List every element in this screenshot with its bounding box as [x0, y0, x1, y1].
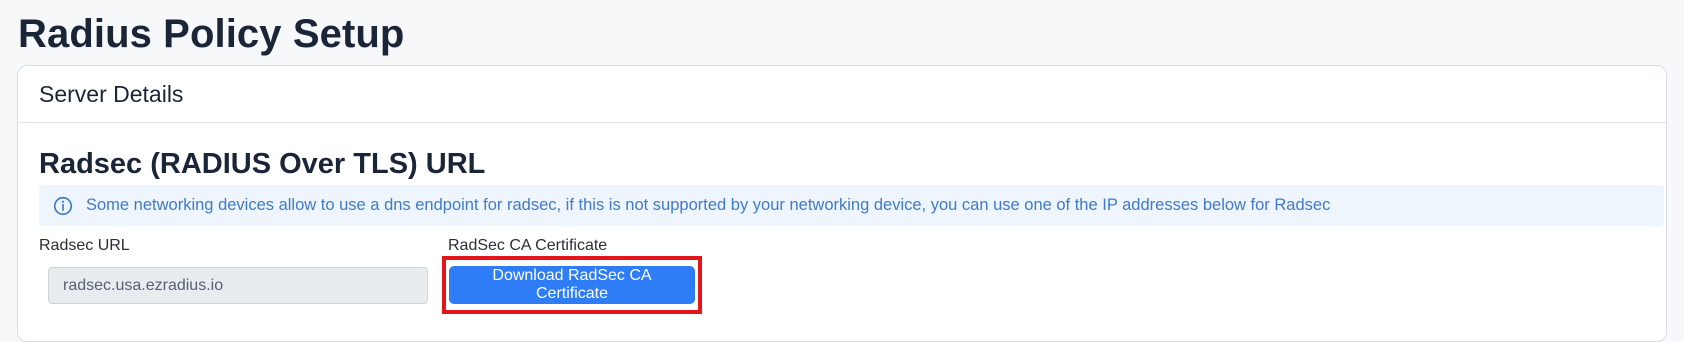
info-alert-text: Some networking devices allow to use a d… [86, 196, 1331, 214]
radsec-ca-label: RadSec CA Certificate [448, 237, 608, 254]
radsec-url-label: Radsec URL [39, 237, 130, 254]
page-title: Radius Policy Setup [18, 12, 405, 56]
download-radsec-ca-certificate-button[interactable]: Download RadSec CA Certificate [449, 266, 695, 304]
card-header-title: Server Details [39, 80, 184, 107]
card-header: Server Details [18, 66, 1666, 123]
radsec-url-field[interactable] [48, 267, 428, 304]
info-icon [53, 196, 73, 215]
server-details-card: Server Details Radsec (RADIUS Over TLS) … [17, 65, 1667, 342]
radsec-section-title: Radsec (RADIUS Over TLS) URL [39, 148, 486, 180]
info-alert: Some networking devices allow to use a d… [39, 185, 1664, 226]
